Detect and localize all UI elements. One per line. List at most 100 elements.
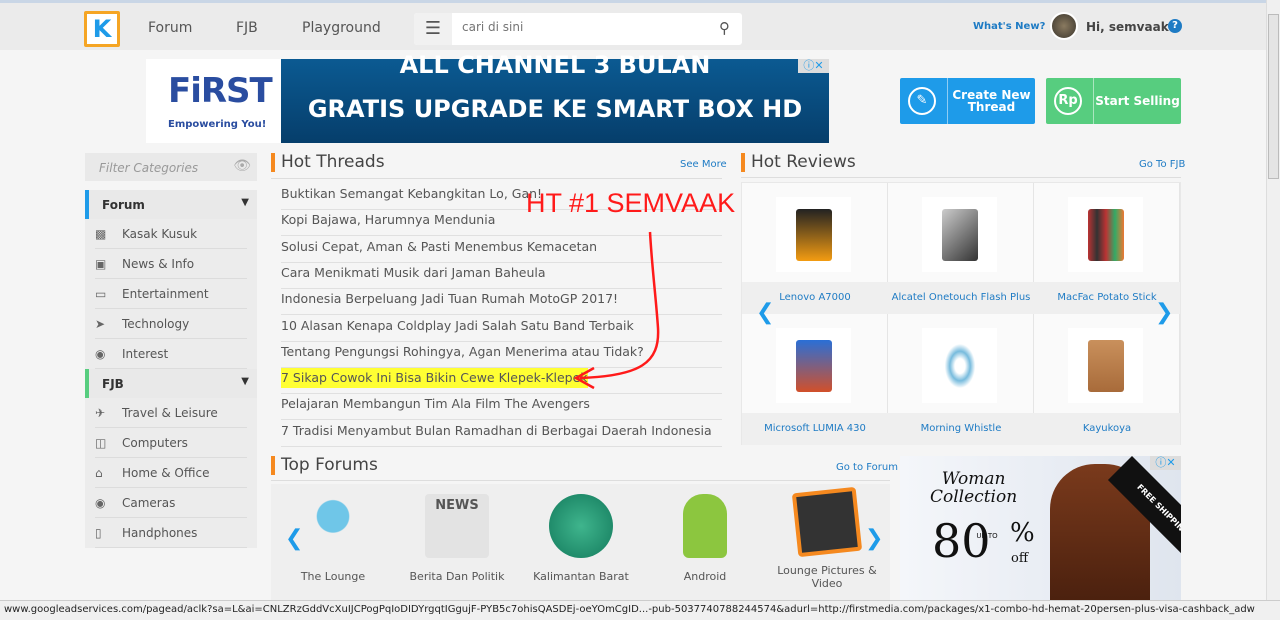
sidebar-item-kasak-kusuk[interactable]: ▩ Kasak Kusuk bbox=[85, 219, 257, 249]
ad-discount: 80 bbox=[932, 514, 991, 568]
sidebar-item-home-office[interactable]: ⌂ Home & Office bbox=[85, 458, 257, 488]
product-image[interactable] bbox=[1068, 328, 1143, 403]
sidebar-item-cameras[interactable]: ◉ Cameras bbox=[85, 488, 257, 518]
hot-thread-title[interactable]: Pelajaran Membangun Tim Ala Film The Ave… bbox=[281, 394, 590, 414]
forum-card-kalimantan-barat[interactable]: Kalimantan Barat bbox=[531, 494, 631, 583]
divider bbox=[271, 480, 890, 481]
plane-icon: ✈ bbox=[95, 406, 106, 420]
divider bbox=[741, 177, 1181, 178]
menu-icon[interactable]: ☰ bbox=[414, 13, 452, 45]
monitor-icon: ◫ bbox=[95, 436, 107, 450]
product-name[interactable]: Morning Whistle bbox=[888, 413, 1034, 445]
divider bbox=[271, 178, 722, 179]
product-image[interactable] bbox=[1068, 197, 1143, 272]
hot-thread-title[interactable]: Solusi Cepat, Aman & Pasti Menembus Kema… bbox=[281, 237, 597, 257]
product-image[interactable] bbox=[776, 328, 851, 403]
help-icon[interactable]: ? bbox=[1168, 19, 1182, 33]
sidebar-item-interest[interactable]: ◉ Interest bbox=[85, 339, 257, 369]
ad-tagline: Empowering You! bbox=[168, 119, 267, 130]
product-name[interactable]: Kayukoya bbox=[1034, 413, 1180, 445]
sidebar-item-handphones[interactable]: ▯ Handphones bbox=[85, 518, 257, 548]
adchoices-icon[interactable]: ⓘ✕ bbox=[798, 59, 829, 73]
forum-card-the-lounge[interactable]: The Lounge bbox=[283, 494, 383, 583]
banner-ad[interactable]: FiRST Empowering You! ALL CHANNEL 3 BULA… bbox=[146, 51, 829, 143]
globe-icon bbox=[549, 494, 613, 558]
annotation-arrow bbox=[573, 231, 660, 390]
chevron-down-icon: ▼ bbox=[241, 197, 249, 208]
top-forums-carousel: ❮ ❯ The Lounge NEWS Berita Dan Politik Ka… bbox=[271, 484, 890, 600]
chat-icon: ▩ bbox=[95, 227, 107, 241]
user-greeting[interactable]: Hi, semvaak bbox=[1086, 20, 1169, 34]
product-image[interactable] bbox=[922, 197, 997, 272]
product-name[interactable]: Alcatel Onetouch Flash Plus bbox=[888, 282, 1034, 314]
review-card[interactable]: Lenovo A7000 bbox=[742, 183, 888, 314]
category-sidebar: Filter Categories 👁 Forum ▼ ▩ Kasak Kusuk ▣… bbox=[85, 153, 257, 548]
adchoices-icon[interactable]: ⓘ✕ bbox=[1150, 456, 1181, 470]
rupiah-icon: Rp bbox=[1054, 87, 1082, 115]
see-more-link[interactable]: See More bbox=[680, 159, 727, 170]
nav-fjb[interactable]: FJB bbox=[236, 20, 258, 36]
start-selling-label: Start Selling bbox=[1095, 94, 1180, 108]
forum-card-berita-politik[interactable]: NEWS Berita Dan Politik bbox=[407, 494, 507, 583]
start-selling-button[interactable]: Rp Start Selling bbox=[1046, 78, 1181, 124]
whats-new-link[interactable]: What's New? bbox=[973, 21, 1045, 32]
nav-playground[interactable]: Playground bbox=[302, 20, 381, 36]
hot-reviews-title: Hot Reviews bbox=[751, 152, 856, 172]
product-image[interactable] bbox=[922, 328, 997, 403]
sidebar-item-technology[interactable]: ➤ Technology bbox=[85, 309, 257, 339]
section-accent bbox=[271, 456, 275, 475]
chevron-left-icon[interactable]: ❮ bbox=[756, 300, 774, 325]
chevron-right-icon[interactable]: ❯ bbox=[1155, 300, 1173, 325]
scrollbar-thumb[interactable] bbox=[1268, 14, 1279, 179]
forum-card-android[interactable]: Android bbox=[655, 494, 755, 583]
create-thread-label: Create New Thread bbox=[952, 88, 1031, 114]
review-card[interactable]: Kayukoya bbox=[1034, 314, 1180, 445]
filter-categories-input[interactable]: Filter Categories 👁 bbox=[85, 153, 257, 181]
search-icon[interactable]: ⚲ bbox=[719, 19, 730, 37]
ad-percent: % bbox=[1010, 518, 1035, 548]
home-icon: ⌂ bbox=[95, 466, 103, 480]
eye-icon[interactable]: 👁 bbox=[233, 158, 251, 174]
hot-thread-title[interactable]: Kopi Bajawa, Harumnya Mendunia bbox=[281, 210, 495, 230]
create-thread-button[interactable]: ✎ Create New Thread bbox=[900, 78, 1035, 124]
ad-line2: GRATIS UPGRADE KE SMART BOX HD bbox=[307, 95, 803, 123]
avatar[interactable] bbox=[1050, 12, 1078, 40]
review-card[interactable]: Microsoft LUMIA 430 bbox=[742, 314, 888, 445]
product-image[interactable] bbox=[776, 197, 851, 272]
pencil-icon: ✎ bbox=[908, 87, 936, 115]
hot-thread-title[interactable]: 7 Tradisi Menyambut Bulan Ramadhan di Be… bbox=[281, 421, 712, 441]
sidebar-section-fjb[interactable]: FJB ▼ bbox=[85, 369, 257, 398]
sidebar-item-travel[interactable]: ✈ Travel & Leisure bbox=[85, 398, 257, 428]
hot-thread-item[interactable]: Pelajaran Membangun Tim Ala Film The Ave… bbox=[281, 394, 722, 421]
hot-thread-title[interactable]: 7 Sikap Cowok Ini Bisa Bikin Cewe Klepek… bbox=[281, 368, 588, 389]
sidebar-section-forum[interactable]: Forum ▼ bbox=[85, 190, 257, 219]
review-card[interactable]: Alcatel Onetouch Flash Plus bbox=[888, 183, 1034, 314]
first-media-logo: FiRST bbox=[168, 71, 273, 111]
go-to-forum-link[interactable]: Go to Forum bbox=[836, 462, 898, 473]
top-forums-title: Top Forums bbox=[281, 455, 378, 475]
android-icon bbox=[683, 494, 727, 558]
kaskus-logo[interactable]: K bbox=[84, 11, 120, 47]
nav-forum[interactable]: Forum bbox=[148, 20, 192, 36]
hot-thread-title[interactable]: Buktikan Semangat Kebangkitan Lo, Gan! bbox=[281, 184, 542, 204]
ad-line1: ALL CHANNEL 3 BULAN bbox=[399, 51, 711, 79]
newspaper-icon: NEWS bbox=[425, 494, 489, 558]
sidebar-item-computers[interactable]: ◫ Computers bbox=[85, 428, 257, 458]
hot-thread-item[interactable]: 7 Tradisi Menyambut Bulan Ramadhan di Be… bbox=[281, 421, 722, 447]
top-navbar: K Forum FJB Playground ☰ ⚲ What's New? H… bbox=[0, 0, 1266, 50]
hot-reviews-grid: Lenovo A7000 Alcatel Onetouch Flash Plus M… bbox=[741, 182, 1181, 445]
hot-thread-title[interactable]: Cara Menikmati Musik dari Jaman Baheula bbox=[281, 263, 546, 283]
ad-blue-panel: ALL CHANNEL 3 BULAN GRATIS UPGRADE KE SM… bbox=[281, 51, 829, 143]
search-input[interactable] bbox=[462, 20, 702, 34]
status-bar-url: www.googleadservices.com/pagead/aclk?sa=… bbox=[0, 600, 1280, 620]
sidebar-item-entertainment[interactable]: ▭ Entertainment bbox=[85, 279, 257, 309]
product-name[interactable]: Microsoft LUMIA 430 bbox=[742, 413, 888, 445]
section-accent bbox=[741, 153, 745, 172]
review-card[interactable]: Morning Whistle bbox=[888, 314, 1034, 445]
review-card[interactable]: MacFac Potato Stick bbox=[1034, 183, 1180, 314]
tv-icon: ▭ bbox=[95, 287, 107, 301]
forum-card-lounge-pictures[interactable]: Lounge Pictures & Video bbox=[777, 486, 877, 590]
side-ad[interactable]: Woman Collection 80 % UP TO off FREE SHIP… bbox=[900, 456, 1181, 600]
go-to-fjb-link[interactable]: Go To FJB bbox=[1139, 159, 1185, 170]
sidebar-item-news-info[interactable]: ▣ News & Info bbox=[85, 249, 257, 279]
